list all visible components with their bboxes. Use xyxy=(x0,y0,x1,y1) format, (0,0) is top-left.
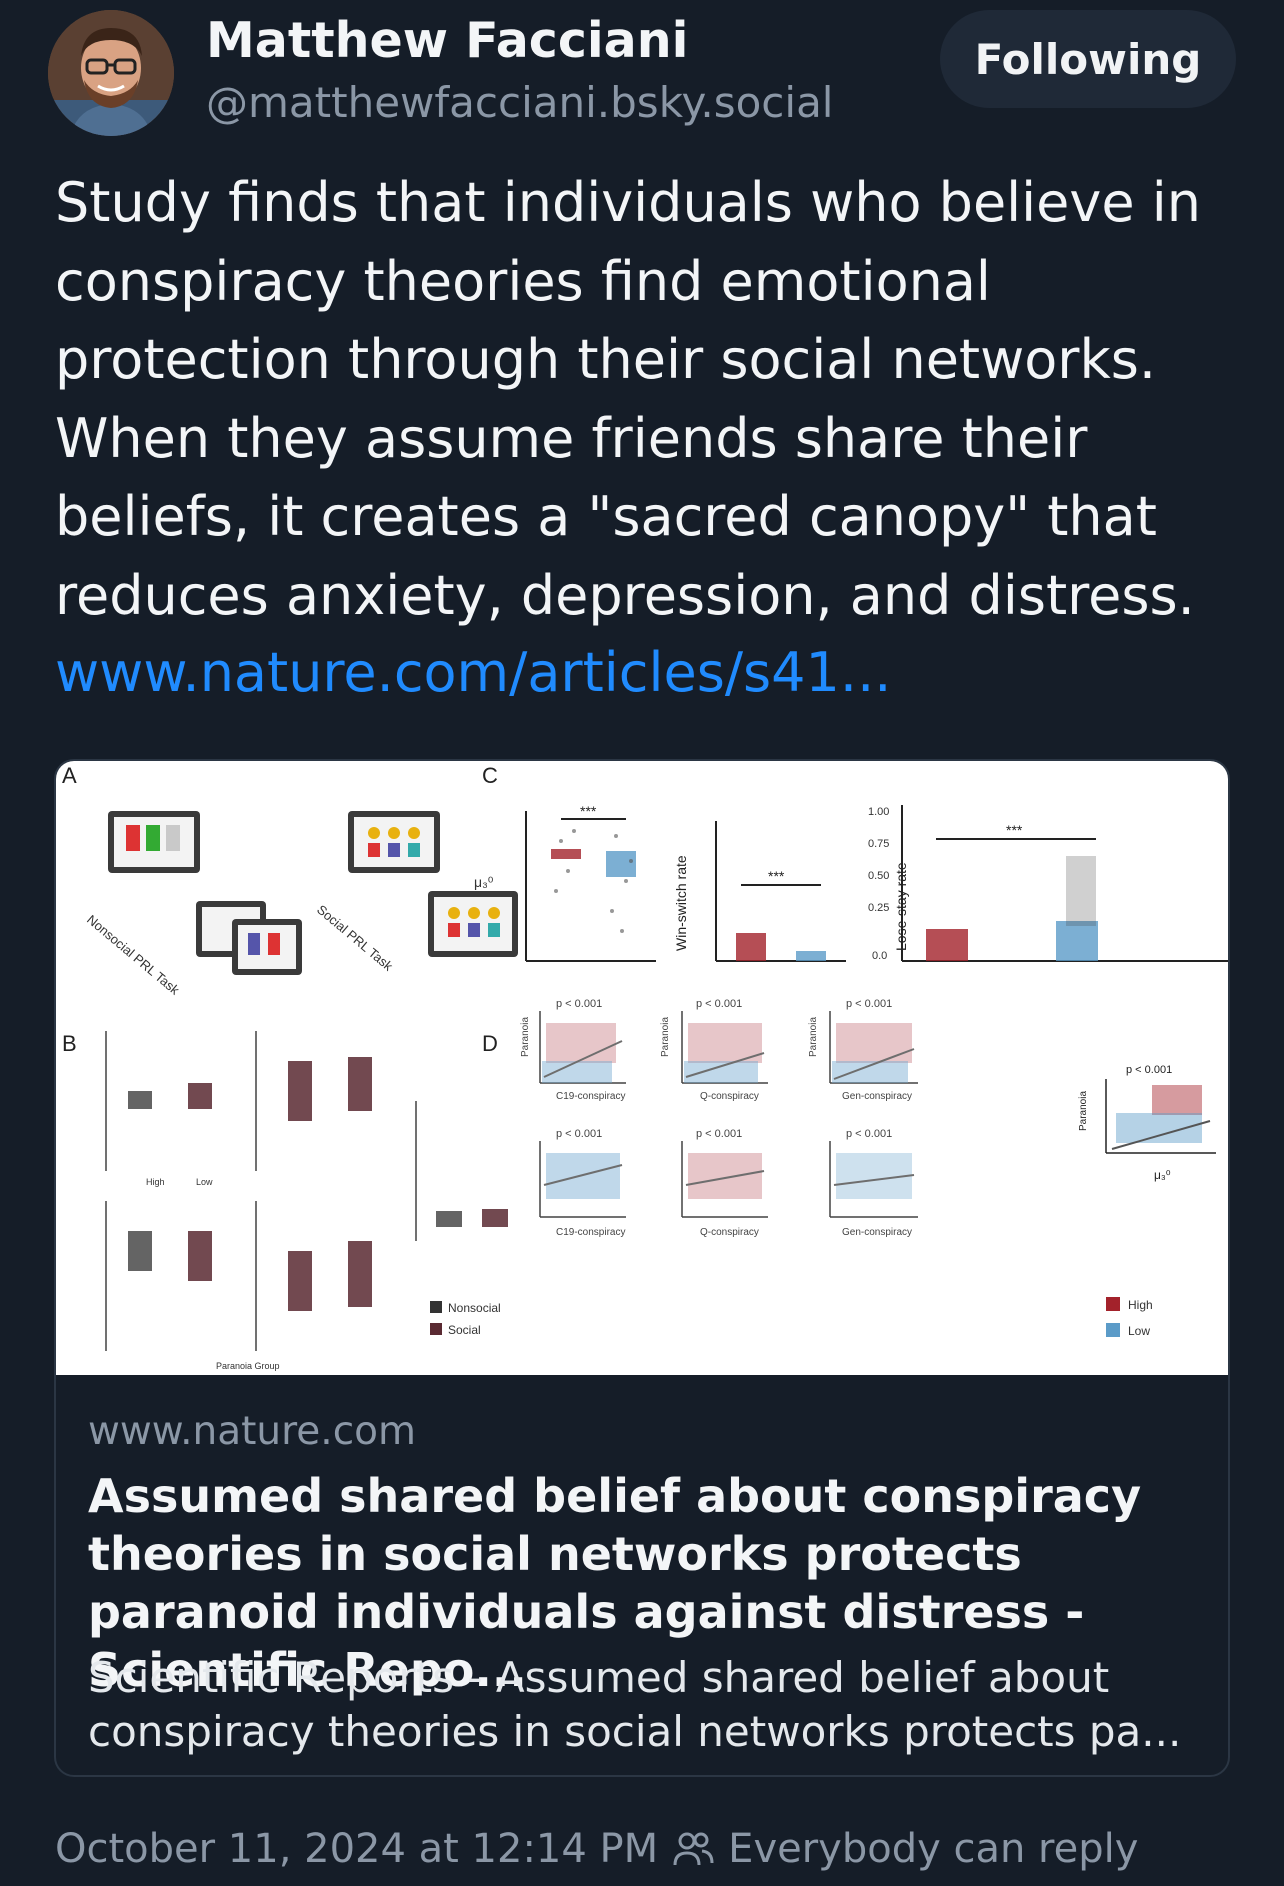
post-text-line: reduces anxiety, depression, and distres… xyxy=(55,563,1195,627)
legend-low: Low xyxy=(1128,1324,1150,1338)
social-task-label: Social PRL Task xyxy=(314,902,396,974)
paranoia-axis-label: Paranoia xyxy=(808,1017,819,1057)
p-value-label: p < 0.001 xyxy=(846,998,892,1010)
panel-d-scatter-top: p < 0.001 Paranoia C19-conspiracy p < 0.… xyxy=(520,998,918,1102)
p-value-label: p < 0.001 xyxy=(556,998,602,1010)
author-name[interactable]: Matthew Facciani xyxy=(206,12,688,69)
nonsocial-task-label: Nonsocial PRL Task xyxy=(84,912,183,998)
post-text-line: When they assume friends share their xyxy=(55,406,1088,470)
p-value-label: p < 0.001 xyxy=(1126,1064,1172,1076)
panel-d-scatter-bottom: p < 0.001 C19-conspiracy p < 0.001 Q-con… xyxy=(539,1128,918,1238)
post-text-line: Study finds that individuals who believe… xyxy=(55,171,1201,234)
panel-c-label: C xyxy=(482,763,498,788)
legend-high: High xyxy=(1128,1298,1153,1312)
post-text-line: protection through their social networks… xyxy=(55,328,1157,391)
x-axis-label: Q-conspiracy xyxy=(700,1227,759,1238)
paranoia-axis-label: Paranoia xyxy=(660,1017,671,1057)
mu-axis-label: μ₃⁰ xyxy=(474,874,494,890)
card-figure-image: A Nonsocial PRL Task Social PRL Task C μ… xyxy=(56,761,1228,1375)
tick-label: 0.75 xyxy=(868,838,889,850)
legend-nonsocial: Nonsocial xyxy=(448,1301,501,1315)
reply-setting[interactable]: Everybody can reply xyxy=(728,1826,1138,1872)
legend-swatch-nonsocial xyxy=(430,1301,442,1313)
mu-axis-label: μ₃⁰ xyxy=(1154,1168,1171,1182)
author-handle[interactable]: @matthewfacciani.bsky.social xyxy=(206,78,833,127)
tick-label: 0.0 xyxy=(872,950,887,962)
panel-a-label: A xyxy=(62,763,77,788)
p-value-label: p < 0.001 xyxy=(696,998,742,1010)
x-axis-label: Gen-conspiracy xyxy=(842,1227,912,1238)
panel-c-plot-2: Win-switch rate *** xyxy=(673,821,846,962)
x-axis-label: Gen-conspiracy xyxy=(842,1091,912,1102)
panel-c-plot-3: Lose-stay rate 1.00 0.75 0.50 0.25 0.0 *… xyxy=(868,805,1228,962)
post-footer: October 11, 2024 at 12:14 PM Everybody c… xyxy=(55,1826,1138,1872)
post-link[interactable]: www.nature.com/articles/s41... xyxy=(55,634,891,712)
legend-social: Social xyxy=(448,1323,481,1337)
avatar[interactable] xyxy=(48,10,174,136)
legend-swatch-high xyxy=(1106,1297,1120,1311)
paper-figure: A Nonsocial PRL Task Social PRL Task C μ… xyxy=(62,763,1228,1371)
tick-label: 0.25 xyxy=(868,902,889,914)
legend-swatch-social xyxy=(430,1323,442,1335)
card-description: Scientific Reports - Assumed shared beli… xyxy=(88,1653,1182,1756)
following-button[interactable]: Following xyxy=(940,10,1236,108)
significance-marker: *** xyxy=(580,803,597,819)
paranoia-axis-label: Paranoia xyxy=(520,1017,531,1057)
x-axis-label: C19-conspiracy xyxy=(556,1227,625,1238)
paranoia-axis-label: Paranoia xyxy=(1078,1091,1089,1131)
post-timestamp[interactable]: October 11, 2024 at 12:14 PM xyxy=(55,1826,658,1872)
significance-marker: *** xyxy=(1006,822,1023,838)
post-text: Study finds that individuals who believe… xyxy=(55,164,1245,635)
group-label: High xyxy=(146,1177,165,1187)
people-icon xyxy=(672,1829,714,1869)
paranoia-group-label: Paranoia Group xyxy=(216,1361,280,1371)
legend-swatch-low xyxy=(1106,1323,1120,1337)
x-axis-label: Q-conspiracy xyxy=(700,1091,759,1102)
avatar-photo xyxy=(48,10,174,136)
group-label: Low xyxy=(196,1177,213,1187)
post-text-line: conspiracy theories find emotional xyxy=(55,249,991,313)
p-value-label: p < 0.001 xyxy=(556,1128,602,1140)
tick-label: 1.00 xyxy=(868,806,889,818)
win-switch-label: Win-switch rate xyxy=(673,855,689,951)
x-axis-label: C19-conspiracy xyxy=(556,1091,625,1102)
post-text-line: beliefs, it creates a "sacred canopy" th… xyxy=(55,485,1157,548)
p-value-label: p < 0.001 xyxy=(846,1128,892,1140)
panel-d-label: D xyxy=(482,1031,498,1056)
card-domain: www.nature.com xyxy=(88,1409,416,1454)
panel-d-right-scatter: p < 0.001 Paranoia μ₃⁰ xyxy=(1078,1064,1216,1182)
p-value-label: p < 0.001 xyxy=(696,1128,742,1140)
panel-b-label: B xyxy=(62,1031,77,1056)
tick-label: 0.50 xyxy=(868,870,889,882)
link-card[interactable]: A Nonsocial PRL Task Social PRL Task C μ… xyxy=(54,759,1230,1777)
significance-marker: *** xyxy=(768,868,785,884)
